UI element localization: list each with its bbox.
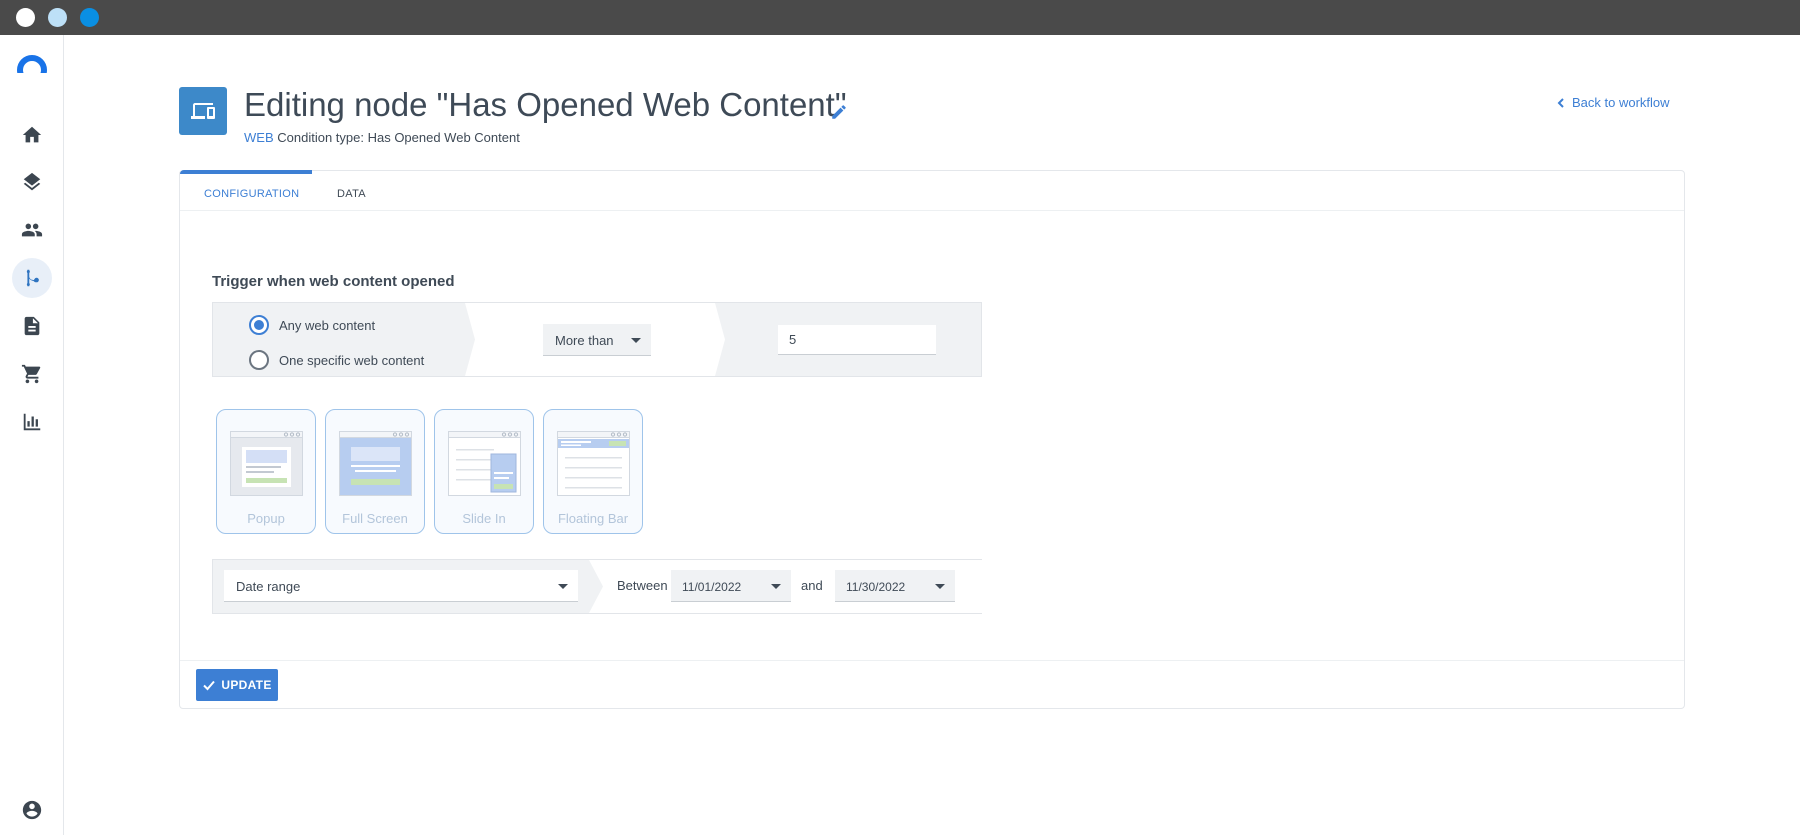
workflow-icon: [26, 269, 39, 287]
sidebar-item-documents[interactable]: [12, 306, 52, 346]
date-filter-panel: Date range Between 11/01/2022 and 11/30/…: [212, 559, 982, 614]
caret-down-icon: [935, 584, 945, 589]
radio-specific-web-content[interactable]: One specific web content: [249, 350, 424, 370]
content-type-slide-in[interactable]: Slide In: [434, 409, 534, 534]
layers-icon: [23, 172, 41, 191]
window-titlebar: [0, 0, 1800, 35]
cart-icon: [21, 364, 41, 384]
window-maximize-button[interactable]: [80, 8, 99, 27]
sidebar-item-layers[interactable]: [12, 162, 52, 202]
back-link-label: Back to workflow: [1572, 95, 1670, 110]
channel-tag: WEB: [244, 130, 274, 145]
date-mode-value: Date range: [236, 579, 301, 594]
sidebar-item-account[interactable]: [12, 790, 52, 830]
node-subtitle: WEB Condition type: Has Opened Web Conte…: [244, 130, 520, 145]
full-screen-preview-icon: [339, 431, 412, 496]
radio-any-web-content[interactable]: Any web content: [249, 315, 375, 335]
trigger-section-title: Trigger when web content opened: [212, 273, 455, 290]
node-type-badge: [179, 87, 227, 135]
caret-down-icon: [631, 338, 641, 343]
tab-configuration[interactable]: CONFIGURATION: [204, 188, 299, 200]
sidebar-item-people[interactable]: [12, 210, 52, 250]
update-button[interactable]: UPDATE: [196, 669, 278, 701]
window-minimize-button[interactable]: [48, 8, 67, 27]
node-config-card: CONFIGURATION DATA Trigger when web cont…: [179, 170, 1685, 709]
comparator-select[interactable]: More than: [543, 324, 651, 356]
back-to-workflow-link[interactable]: Back to workflow: [1556, 95, 1670, 110]
radio-label: One specific web content: [279, 352, 425, 368]
edit-title-button[interactable]: [830, 103, 848, 121]
content-type-label: Full Screen: [342, 511, 408, 526]
pencil-icon: [832, 105, 846, 119]
and-label: and: [801, 578, 823, 593]
account-icon: [22, 800, 42, 820]
condition-type-text: Condition type: Has Opened Web Content: [277, 130, 520, 145]
bar-chart-icon: [23, 413, 41, 431]
caret-down-icon: [771, 584, 781, 589]
end-date-value: 11/30/2022: [846, 580, 906, 594]
people-icon: [21, 223, 43, 237]
content-type-label: Slide In: [462, 511, 506, 526]
sidebar: [0, 35, 64, 835]
radio-button[interactable]: [249, 350, 269, 370]
start-date-picker[interactable]: 11/01/2022: [671, 570, 791, 602]
active-tab-indicator: [180, 170, 312, 174]
document-icon: [24, 316, 40, 336]
floating-bar-preview-icon: [557, 431, 630, 496]
content-type-popup[interactable]: Popup: [216, 409, 316, 534]
sidebar-item-home[interactable]: [12, 115, 52, 155]
check-icon: [203, 680, 216, 691]
comparator-value: More than: [555, 333, 614, 348]
window-close-button[interactable]: [16, 8, 35, 27]
date-mode-select[interactable]: Date range: [224, 570, 578, 602]
sidebar-item-workflows[interactable]: [12, 258, 52, 298]
content-type-label: Popup: [247, 511, 285, 526]
card-footer: UPDATE: [180, 660, 1684, 709]
end-date-picker[interactable]: 11/30/2022: [835, 570, 955, 602]
radio-button[interactable]: [249, 315, 269, 335]
tab-bar: CONFIGURATION DATA: [180, 170, 1684, 211]
content-type-label: Floating Bar: [557, 511, 629, 526]
trigger-panel: Any web content One specific web content…: [212, 302, 982, 377]
update-button-label: UPDATE: [221, 678, 272, 692]
slide-in-preview-icon: [448, 431, 521, 496]
devices-icon: [191, 103, 215, 119]
page-title: Editing node "Has Opened Web Content": [244, 86, 847, 123]
content-type-full-screen[interactable]: Full Screen: [325, 409, 425, 534]
content-type-picker: Popup Full Screen Slide In Floating Bar: [216, 409, 643, 534]
sidebar-item-analytics[interactable]: [12, 402, 52, 442]
caret-down-icon: [558, 584, 568, 589]
sidebar-item-commerce[interactable]: [12, 354, 52, 394]
between-label: Between: [617, 578, 668, 593]
count-input[interactable]: [778, 325, 936, 355]
popup-preview-icon: [230, 431, 303, 496]
home-icon: [22, 126, 42, 143]
app-logo[interactable]: [17, 55, 47, 73]
tab-data[interactable]: DATA: [337, 188, 366, 200]
start-date-value: 11/01/2022: [682, 580, 742, 594]
content-type-floating-bar[interactable]: Floating Bar: [543, 409, 643, 534]
radio-label: Any web content: [279, 317, 376, 333]
chevron-left-icon: [1557, 97, 1564, 108]
